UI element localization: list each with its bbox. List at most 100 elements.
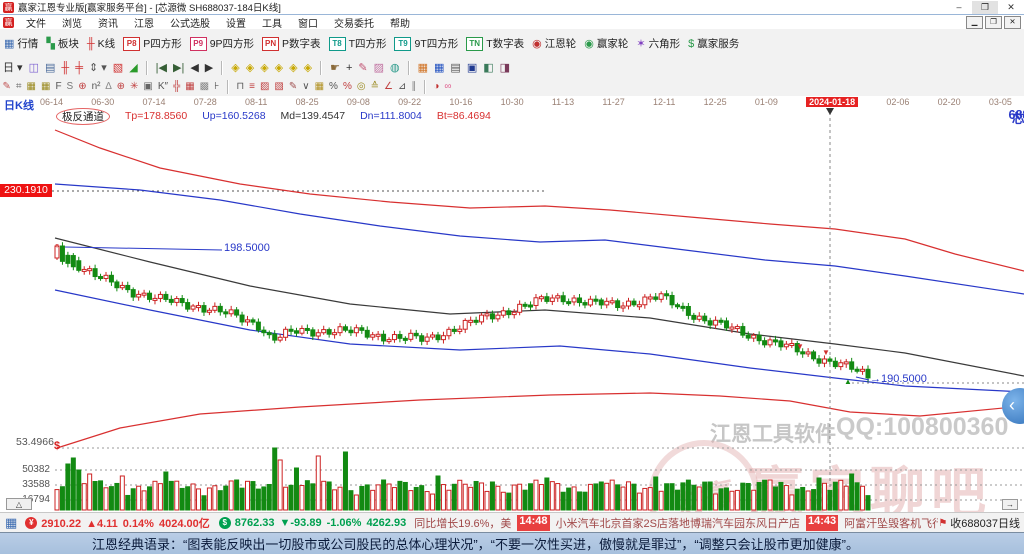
quote-grid-icon[interactable]: ▦ (5, 515, 17, 531)
p-square-button-label: P四方形 (143, 36, 182, 51)
draw-tool-fibo[interactable]: F (55, 81, 61, 93)
draw-tool-grid-2[interactable]: ▦ (41, 81, 50, 93)
globe-icon[interactable]: ◍ (390, 61, 400, 75)
diamond-tool-hexpand[interactable]: ◈ (260, 61, 268, 75)
notes-icon[interactable]: ▤ (450, 61, 460, 75)
calculator-icon[interactable]: ▦ (434, 61, 444, 75)
maximize-button[interactable]: ❐ (972, 1, 998, 14)
nav-first-button[interactable]: |◀ (156, 61, 167, 75)
draw-tool-fan[interactable]: ≡ (249, 81, 255, 93)
menu-item-2[interactable]: 资讯 (90, 15, 126, 30)
p-number-table-button[interactable]: PNP数字表 (262, 36, 321, 51)
draw-tool-shade[interactable]: ▩ (200, 81, 209, 93)
winner-wheel-button[interactable]: ◉赢家轮 (584, 36, 628, 51)
draw-tool-pen[interactable]: ✎ (3, 81, 11, 93)
sectors-button[interactable]: ▚板块 (46, 36, 78, 51)
toolbar-separator (320, 61, 322, 75)
stamp-icon[interactable]: ▨ (374, 61, 384, 75)
draw-tool-gold-grid[interactable]: ▦ (315, 81, 324, 93)
export-icon[interactable]: ◨ (500, 61, 510, 75)
menu-item-5[interactable]: 设置 (218, 15, 254, 30)
draw-tool-star[interactable]: ✳ (130, 81, 138, 93)
kline-style-icon[interactable]: ╫ (61, 61, 69, 75)
gann-wheel-button[interactable]: ◉江恩轮 (532, 36, 576, 51)
draw-tool-circle-cross[interactable]: ⊕ (78, 81, 86, 93)
menu-item-9[interactable]: 帮助 (382, 15, 418, 30)
draw-tool-span[interactable]: ⊦ (214, 81, 219, 93)
draw-tool-gann-grid[interactable]: ╬ (173, 81, 180, 93)
draw-tool-percent-line[interactable]: % (343, 81, 352, 93)
kline-chart-canvas[interactable]: ○▲▼▼▲ (0, 96, 1024, 512)
draw-tool-target[interactable]: ⊕ (117, 81, 125, 93)
period-day-dropdown[interactable]: 日 ▾ (3, 61, 23, 75)
mdi-restore-button[interactable]: ❐ (985, 16, 1002, 29)
diamond-tool-right[interactable]: ◈ (246, 61, 254, 75)
draw-tool-frame[interactable]: ▣ (143, 81, 152, 93)
draw-tool-spiral[interactable]: S (67, 81, 74, 93)
kbox-icon[interactable]: ▧ (113, 61, 123, 75)
save-icon[interactable]: ▣ (467, 61, 477, 75)
draw-tool-check[interactable]: ∨ (302, 81, 309, 93)
draw-tool-red-grid[interactable]: ▦ (185, 81, 194, 93)
draw-tool-gold-circle[interactable]: ◎ (357, 81, 366, 93)
scale-dropdown[interactable]: ⇕ ▾ (89, 61, 107, 75)
diamond-tool-hshrink[interactable]: ◈ (275, 61, 283, 75)
close-button[interactable]: ✕ (998, 1, 1024, 14)
draw-tool-box-fill[interactable]: ▨ (260, 81, 269, 93)
draw-tool-pencil[interactable]: ✎ (289, 81, 297, 93)
quotes-button[interactable]: ▦行情 (4, 36, 38, 51)
draw-tool-grid-1[interactable]: ▦ (27, 81, 36, 93)
scroll-right-button[interactable]: → (1002, 499, 1018, 510)
draw-tool-gold-line[interactable]: ≙ (371, 81, 379, 93)
p-square-button[interactable]: P8P四方形 (123, 36, 182, 51)
menu-item-4[interactable]: 公式选股 (162, 15, 218, 30)
menu-item-3[interactable]: 江恩 (126, 15, 162, 30)
draw-tool-channel[interactable]: ⊓ (236, 81, 244, 93)
draw-tool-percent[interactable]: % (329, 81, 338, 93)
kline-button[interactable]: ╫K线 (87, 36, 115, 51)
yinyang-tool[interactable]: ◑ (433, 81, 439, 93)
window-tile-icon[interactable]: ◫ (29, 61, 39, 75)
t-number-table-button[interactable]: TNT数字表 (466, 36, 524, 51)
menu-item-6[interactable]: 工具 (254, 15, 290, 30)
kline-small-icon[interactable]: ╪ (75, 61, 83, 75)
minimize-button[interactable]: – (946, 1, 972, 14)
nav-next-button[interactable]: ▶ (205, 61, 213, 75)
mdi-close-button[interactable]: ✕ (1004, 16, 1021, 29)
menu-item-7[interactable]: 窗口 (290, 15, 326, 30)
pane-split-button[interactable]: △ (6, 498, 32, 510)
crosshair-tool-icon[interactable]: + (346, 61, 352, 75)
diamond-tool-vexpand[interactable]: ◈ (289, 61, 297, 75)
t9-square-button[interactable]: T99T四方形 (394, 36, 458, 51)
t-square-button[interactable]: T8T四方形 (329, 36, 387, 51)
draw-tool-j-angle[interactable]: ∠ (384, 81, 393, 93)
info-panel-icon[interactable]: ▤ (45, 61, 55, 75)
draw-tool-hashlines[interactable]: ⌗ (16, 81, 22, 93)
calendar-icon[interactable]: ▦ (418, 61, 428, 75)
menu-item-8[interactable]: 交易委托 (326, 15, 382, 30)
hexagon-button[interactable]: ✶六角形 (636, 36, 680, 51)
draw-pen-icon[interactable]: ✎ (358, 61, 367, 75)
t-square-button-label: T四方形 (349, 36, 387, 51)
menu-item-0[interactable]: 文件 (18, 15, 54, 30)
menu-item-1[interactable]: 浏览 (54, 15, 90, 30)
p9-square-button[interactable]: P99P四方形 (190, 36, 254, 51)
draw-tool-parallel[interactable]: ∥ (411, 81, 416, 93)
diamond-tool-left[interactable]: ◈ (231, 61, 239, 75)
draw-tool-angle[interactable]: ∆ (106, 81, 112, 93)
draw-tool-ruler[interactable]: n² (92, 81, 101, 93)
mdi-controls: ▁❐✕ (964, 16, 1021, 29)
flag-icon[interactable]: ◢ (129, 61, 137, 75)
nav-prev-button[interactable]: ◀ (190, 61, 198, 75)
mdi-minimize-button[interactable]: ▁ (966, 16, 983, 29)
print-icon[interactable]: ◧ (483, 61, 493, 75)
winner-service-button[interactable]: $赢家服务 (688, 36, 739, 51)
diamond-tool-vshrink[interactable]: ◈ (304, 61, 312, 75)
nav-last-button[interactable]: ▶| (173, 61, 184, 75)
draw-tool-kmark[interactable]: K″ (158, 81, 168, 93)
draw-tool-envelope[interactable]: ▧ (274, 81, 283, 93)
draw-tool-f-angle[interactable]: ⊿ (398, 81, 406, 93)
hand-tool-icon[interactable]: ☛ (330, 61, 340, 75)
date-tick: 06-14 (40, 97, 63, 107)
infinity-tool[interactable]: ∞ (444, 81, 451, 93)
